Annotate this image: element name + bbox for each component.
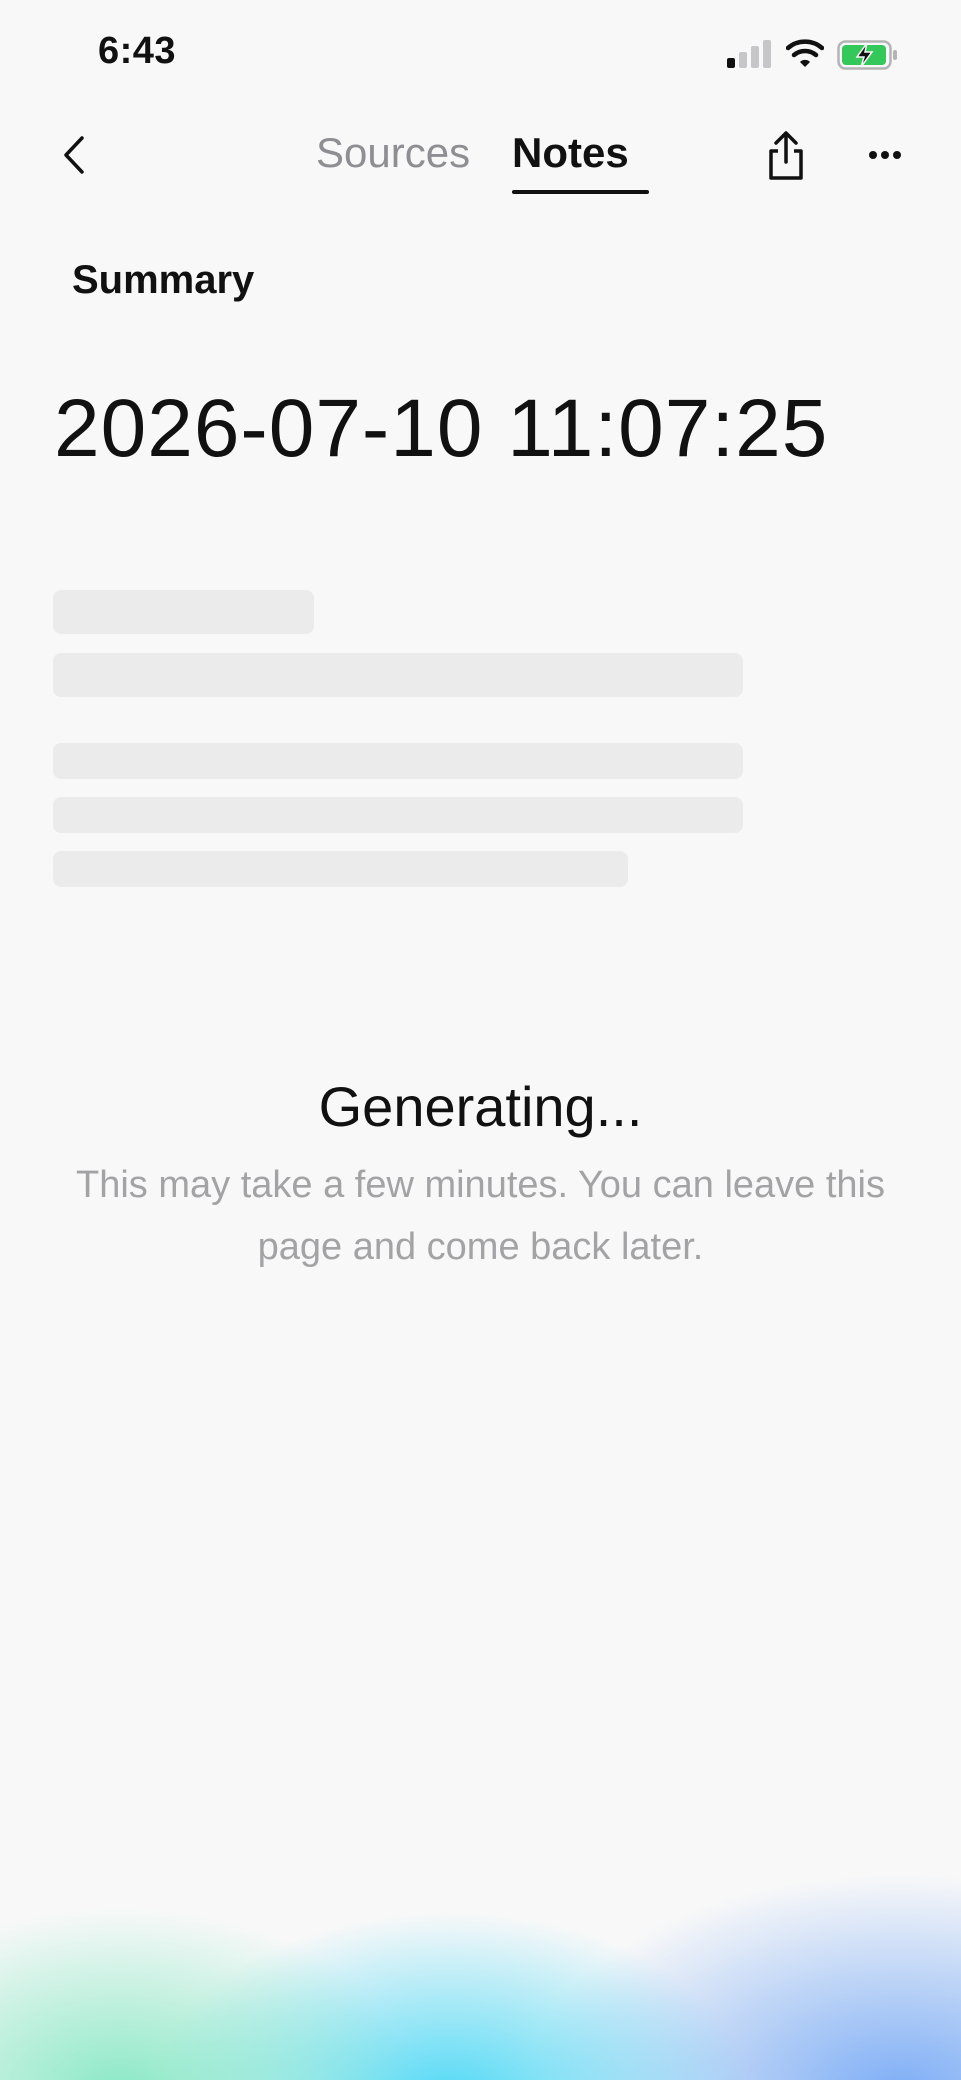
tab-sources[interactable]: Sources — [316, 126, 470, 180]
cellular-signal-icon — [727, 38, 773, 68]
wifi-icon — [785, 38, 825, 68]
chevron-left-icon — [64, 136, 84, 174]
background-gradient — [0, 1620, 961, 2080]
top-navigation: Sources Notes — [0, 110, 961, 210]
section-label: Summary — [72, 258, 255, 302]
generating-title: Generating... — [318, 1075, 643, 1138]
share-button[interactable] — [764, 130, 808, 182]
ellipsis-icon — [869, 151, 901, 159]
skeleton-line — [53, 590, 314, 634]
skeleton-line — [53, 743, 743, 779]
active-tab-indicator — [512, 190, 649, 194]
tab-notes[interactable]: Notes — [512, 126, 629, 180]
battery-charging-icon — [837, 40, 899, 70]
status-bar: 6:43 — [0, 0, 961, 110]
skeleton-line — [53, 653, 743, 697]
more-options-button[interactable] — [865, 140, 905, 170]
skeleton-line — [53, 851, 628, 887]
back-button[interactable] — [52, 130, 96, 180]
share-icon — [769, 131, 803, 180]
note-title: 2026-07-10 11:07:25 — [54, 383, 829, 474]
generating-message: This may take a few minutes. You can lea… — [76, 1164, 885, 1268]
status-time: 6:43 — [98, 30, 177, 72]
skeleton-line — [53, 797, 743, 833]
